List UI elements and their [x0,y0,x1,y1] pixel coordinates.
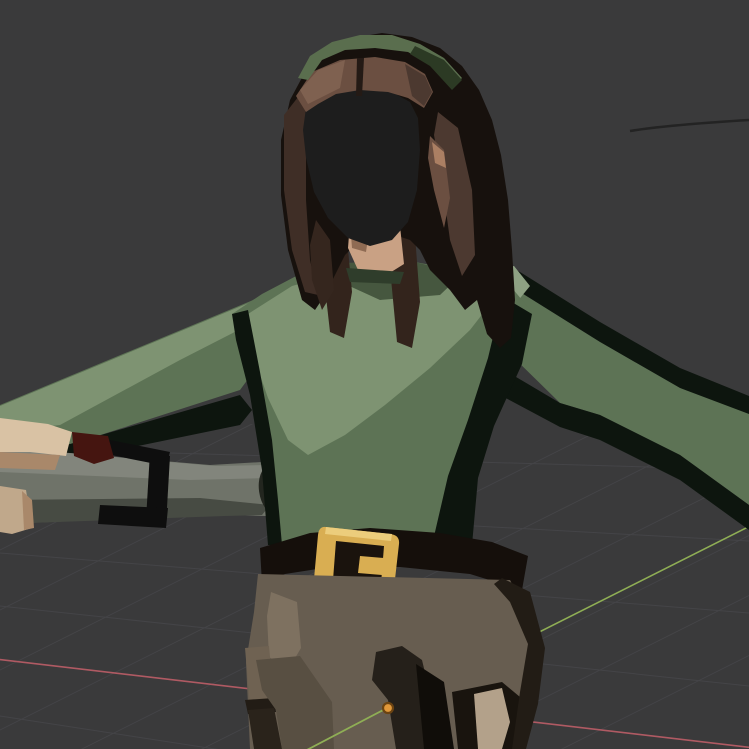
origin-dot[interactable] [383,703,393,713]
buckle-prong [358,556,384,575]
left-hand-finger-shadow [0,452,60,470]
viewport-3d[interactable] [0,0,749,749]
pants[interactable] [245,574,545,749]
bat-strap-bottom [98,505,168,528]
